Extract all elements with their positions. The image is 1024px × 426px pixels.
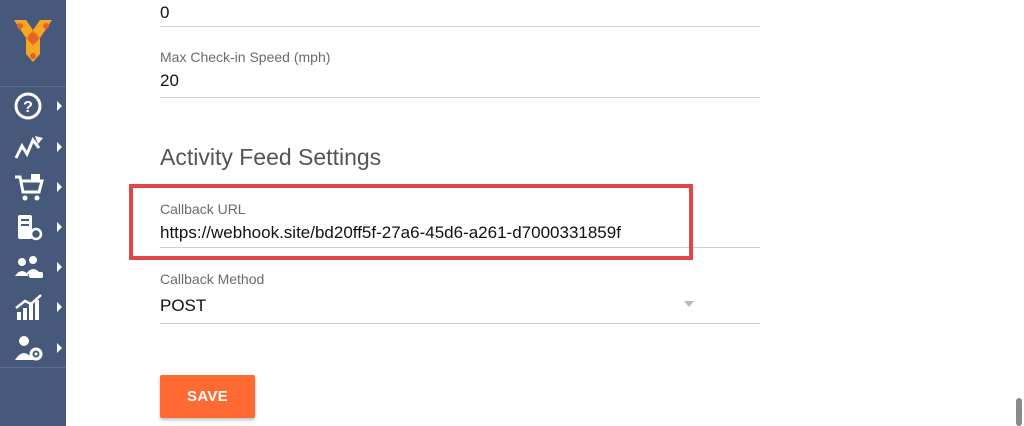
sidebar-divider	[0, 367, 66, 368]
sidebar-item-analytics[interactable]	[0, 290, 66, 324]
max-checkin-speed-input[interactable]: 20	[160, 71, 179, 91]
callback-method-select[interactable]: POST	[160, 296, 206, 316]
callback-method-label: Callback Method	[160, 271, 265, 287]
route-icon	[14, 136, 43, 159]
user-settings-icon	[15, 336, 43, 361]
analytics-icon	[15, 294, 42, 320]
section-title: Activity Feed Settings	[160, 144, 382, 170]
chevron-down-icon[interactable]	[684, 301, 694, 307]
callback-url-highlight	[129, 184, 693, 260]
sidebar-item-devices[interactable]	[0, 210, 66, 244]
team-icon	[15, 256, 43, 278]
sidebar: ?	[0, 0, 66, 426]
chevron-right-icon	[57, 101, 62, 111]
brand-logo[interactable]	[10, 14, 56, 66]
max-checkin-speed-label: Max Check-in Speed (mph)	[160, 49, 331, 65]
field-underline	[160, 97, 760, 98]
sidebar-divider	[0, 86, 66, 87]
chevron-right-icon	[57, 302, 62, 312]
scrollbar-thumb[interactable]	[1016, 398, 1022, 426]
sidebar-item-team[interactable]	[0, 250, 66, 284]
cart-icon	[15, 174, 44, 201]
chevron-right-icon	[57, 142, 62, 152]
save-button[interactable]: SAVE	[160, 375, 255, 418]
sidebar-item-user-settings[interactable]	[0, 331, 66, 365]
device-settings-icon	[18, 215, 43, 241]
sidebar-item-routes[interactable]	[0, 130, 66, 164]
svg-text:?: ?	[23, 99, 33, 116]
field-underline	[160, 323, 760, 324]
field-underline	[160, 26, 760, 27]
chevron-right-icon	[57, 262, 62, 272]
sidebar-item-orders[interactable]	[0, 170, 66, 204]
scrollbar-track[interactable]	[1012, 0, 1024, 426]
help-icon: ?	[14, 92, 42, 120]
chevron-right-icon	[57, 343, 62, 353]
sidebar-item-help[interactable]: ?	[0, 89, 66, 123]
chevron-right-icon	[57, 222, 62, 232]
chevron-right-icon	[57, 182, 62, 192]
previous-field-value[interactable]: 0	[160, 3, 169, 23]
